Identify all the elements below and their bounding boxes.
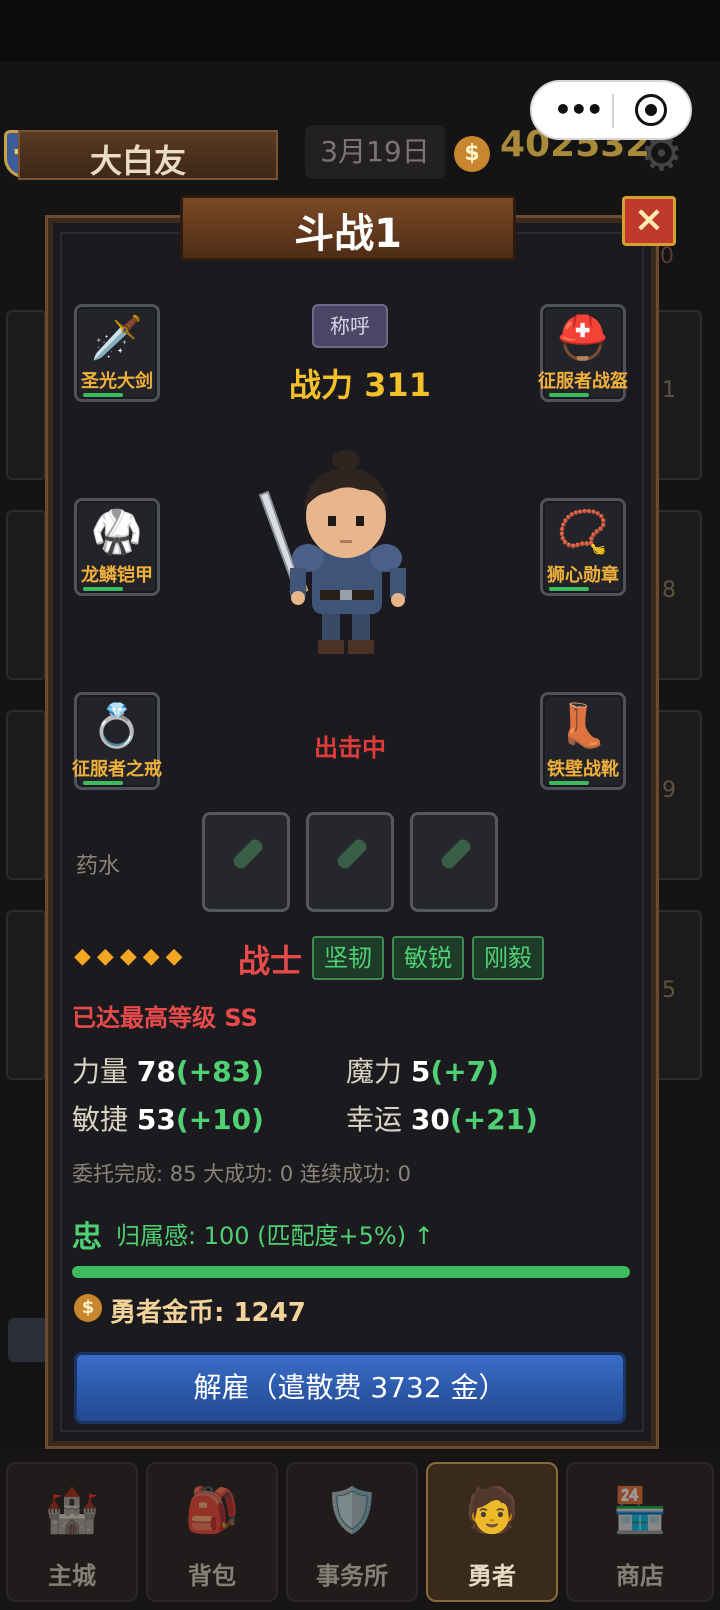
durability-bar <box>549 393 589 397</box>
side-number: 0 <box>660 244 674 269</box>
loyalty-progress-bar <box>72 1266 630 1278</box>
potion-icon <box>231 837 265 871</box>
equip-name: 铁壁战靴 <box>547 759 619 780</box>
hero-face-icon: 🧑 <box>464 1485 520 1536</box>
nav-main-city[interactable]: 🏰 主城 <box>6 1462 138 1602</box>
side-panel: 5 <box>652 910 702 1080</box>
boots-icon: 👢 <box>556 701 610 750</box>
shield-icon: 🛡️ <box>324 1485 380 1536</box>
side-panel: 8 <box>652 510 702 680</box>
side-panel: 9 <box>652 710 702 880</box>
player-name-banner[interactable]: 大白友 <box>18 130 278 180</box>
equip-name: 征服者之戒 <box>72 759 162 780</box>
potion-icon <box>439 837 473 871</box>
durability-bar <box>83 587 123 591</box>
potion-label: 药水 <box>76 854 121 879</box>
loyalty-text: 归属感: 100 (匹配度+5%) ↑ <box>116 1222 434 1250</box>
equip-name: 征服者战盔 <box>538 371 628 392</box>
nav-shop[interactable]: 🏪 商店 <box>566 1462 714 1602</box>
modal-title-banner: 斗战1 <box>180 195 516 261</box>
helmet-icon: ⛑️ <box>556 313 610 362</box>
armor-icon: 🥋 <box>90 507 144 556</box>
durability-bar <box>83 781 123 785</box>
miniprogram-capsule: ••• <box>530 80 692 140</box>
equip-slot-helmet[interactable]: ⛑️ 征服者战盔 <box>538 304 628 402</box>
potion-slot[interactable] <box>306 812 394 912</box>
equip-slot-weapon[interactable]: 🗡️ 圣光大剑 <box>74 304 160 402</box>
shop-icon: 🏪 <box>612 1485 668 1536</box>
money-bag-icon: $ <box>454 136 490 172</box>
close-button[interactable]: × <box>622 196 676 246</box>
dismiss-button[interactable]: 解雇（遣散费 3732 金） <box>74 1352 626 1424</box>
title-chip-button[interactable]: 称呼 <box>312 304 388 348</box>
stat-magic: 魔力 5(+7) <box>346 1055 499 1088</box>
backpack-icon: 🎒 <box>184 1485 240 1536</box>
player-name: 大白友 <box>90 142 187 180</box>
more-icon[interactable]: ••• <box>554 96 604 124</box>
equip-name: 龙鳞铠甲 <box>81 565 153 586</box>
nav-office[interactable]: 🛡️ 事务所 <box>286 1462 418 1602</box>
ring-icon: 💍 <box>90 701 144 750</box>
nav-heroes[interactable]: 🧑 勇者 <box>426 1462 558 1602</box>
side-panel <box>6 910 46 1080</box>
equip-slot-boots[interactable]: 👢 铁壁战靴 <box>540 692 626 790</box>
stat-strength: 力量 78(+83) <box>72 1055 264 1088</box>
trait-badge[interactable]: 刚毅 <box>472 936 544 980</box>
hero-portrait <box>250 440 440 660</box>
side-panel: 1 <box>652 310 702 480</box>
money-bag-icon: $ <box>74 1294 102 1322</box>
stat-luck: 幸运 30(+21) <box>346 1103 538 1136</box>
equip-slot-medal[interactable]: 📿 狮心勋章 <box>540 498 626 596</box>
nav-backpack[interactable]: 🎒 背包 <box>146 1462 278 1602</box>
potion-icon <box>335 837 369 871</box>
hero-class: 战士 <box>238 942 303 980</box>
equip-slot-armor[interactable]: 🥋 龙鳞铠甲 <box>74 498 160 596</box>
potion-slot[interactable] <box>202 812 290 912</box>
loyalty-icon: 忠 <box>72 1220 102 1255</box>
mission-record: 委托完成: 85 大成功: 0 连续成功: 0 <box>72 1162 412 1186</box>
durability-bar <box>83 393 123 397</box>
close-target-icon[interactable] <box>635 94 667 126</box>
stat-agility: 敏捷 53(+10) <box>72 1103 264 1136</box>
modal-title: 斗战1 <box>294 211 402 257</box>
deploy-status: 出击中 <box>314 734 386 762</box>
max-level-text: 已达最高等级 SS <box>72 1004 258 1032</box>
equip-slot-ring[interactable]: 💍 征服者之戒 <box>72 692 162 790</box>
capsule-divider <box>612 94 614 128</box>
side-panel <box>6 710 46 880</box>
status-strip <box>0 0 720 62</box>
trait-badge[interactable]: 坚韧 <box>312 936 384 980</box>
trait-badge[interactable]: 敏锐 <box>392 936 464 980</box>
combat-power: 战力 311 <box>289 366 431 404</box>
rank-stars: ◆◆◆◆◆ <box>74 944 189 969</box>
castle-icon: 🏰 <box>44 1485 100 1536</box>
equip-name: 圣光大剑 <box>81 371 153 392</box>
date-display: 3月19日 <box>305 125 445 179</box>
hero-gold: 勇者金币: 1247 <box>110 1298 306 1328</box>
durability-bar <box>549 781 589 785</box>
side-panel <box>6 510 46 680</box>
sword-icon: 🗡️ <box>90 313 144 362</box>
side-panel <box>6 310 46 480</box>
durability-bar <box>549 587 589 591</box>
potion-slot[interactable] <box>410 812 498 912</box>
side-tab <box>8 1318 48 1362</box>
equip-name: 狮心勋章 <box>547 565 619 586</box>
amulet-icon: 📿 <box>556 507 610 556</box>
